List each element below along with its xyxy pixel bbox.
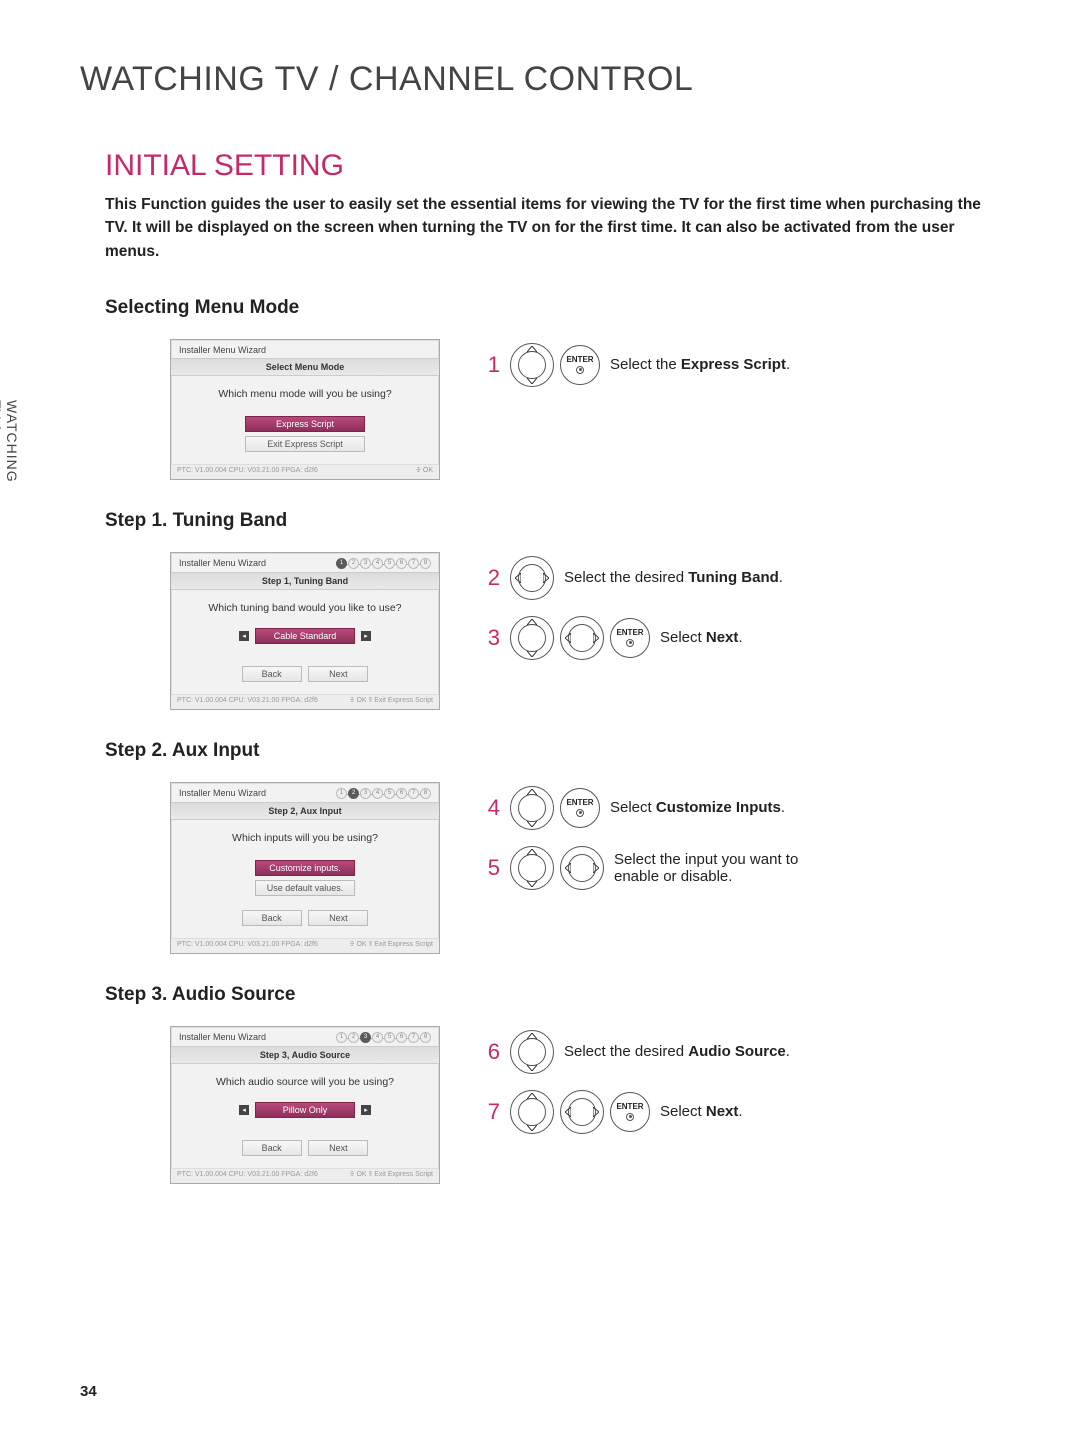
chevron-left-icon[interactable]: ◂ [239, 631, 249, 641]
wizard-back-button[interactable]: Back [242, 666, 302, 682]
instr-text-5: Select the input you want to enable or d… [614, 851, 834, 885]
side-tab-label: WATCHING TV / CHANNEL CONTROL [0, 400, 20, 483]
wizard-question: Which menu mode will you be using? [179, 388, 431, 400]
wizard-banner: Select Menu Mode [171, 358, 439, 376]
section-title: INITIAL SETTING [105, 149, 1000, 183]
wizard-step-crumbs: 12345678 [336, 788, 431, 799]
wizard-title: Installer Menu Wizard [179, 558, 266, 568]
wizard-footer-left: PTC: V1.00.004 CPU: V03.21.00 FPGA: d2f6 [177, 941, 318, 949]
wizard-next-button[interactable]: Next [308, 1140, 368, 1156]
enter-button-icon: ENTER [560, 788, 600, 828]
chevron-left-icon[interactable]: ◂ [239, 1105, 249, 1115]
subhead-selecting-menu-mode: Selecting Menu Mode [105, 297, 1000, 319]
wizard-audio-source: Installer Menu Wizard 12345678 Step 3, A… [170, 1026, 440, 1184]
step-number-4: 4 [480, 795, 500, 821]
instr-text-7: Select Next. [660, 1103, 743, 1120]
dpad-up-down-icon [510, 1090, 554, 1134]
dpad-up-down-icon [510, 343, 554, 387]
step-number-5: 5 [480, 855, 500, 881]
dpad-up-down-icon [510, 846, 554, 890]
dpad-left-right-icon [560, 846, 604, 890]
wizard-footer-left: PTC: V1.00.004 CPU: V03.21.00 FPGA: d2f6 [177, 697, 318, 705]
page-title: WATCHING TV / CHANNEL CONTROL [80, 60, 1000, 99]
step-number-2: 2 [480, 565, 500, 591]
wizard-express-script-button[interactable]: Express Script [245, 416, 365, 432]
step-number-1: 1 [480, 352, 500, 378]
subhead-aux-input: Step 2. Aux Input [105, 740, 1000, 762]
wizard-banner: Step 1, Tuning Band [171, 572, 439, 590]
subhead-tuning-band: Step 1. Tuning Band [105, 510, 1000, 532]
step-number-6: 6 [480, 1039, 500, 1065]
dpad-up-down-icon [510, 616, 554, 660]
wizard-exit-express-script-button[interactable]: Exit Express Script [245, 436, 365, 452]
dpad-up-down-icon [510, 786, 554, 830]
wizard-customize-inputs-button[interactable]: Customize inputs. [255, 860, 355, 876]
chevron-right-icon[interactable]: ▸ [361, 631, 371, 641]
wizard-default-values-button[interactable]: Use default values. [255, 880, 355, 896]
instr-text-6: Select the desired Audio Source. [564, 1043, 790, 1060]
instr-text-1: Select the Express Script. [610, 356, 790, 373]
subhead-audio-source: Step 3. Audio Source [105, 984, 1000, 1006]
wizard-question: Which tuning band would you like to use? [179, 602, 431, 614]
wizard-footer-right: ꔀ OK [416, 467, 433, 475]
wizard-footer-right: ꔀ OK ꕉ Exit Express Script [350, 1171, 433, 1179]
chevron-right-icon[interactable]: ▸ [361, 1105, 371, 1115]
enter-button-icon: ENTER [610, 1092, 650, 1132]
wizard-banner: Step 2, Aux Input [171, 802, 439, 820]
dpad-up-down-icon [510, 1030, 554, 1074]
wizard-tuning-band: Installer Menu Wizard 12345678 Step 1, T… [170, 552, 440, 710]
wizard-step-crumbs: 12345678 [336, 1032, 431, 1043]
wizard-next-button[interactable]: Next [308, 666, 368, 682]
wizard-banner: Step 3, Audio Source [171, 1046, 439, 1064]
instr-text-3: Select Next. [660, 629, 743, 646]
instr-text-4: Select Customize Inputs. [610, 799, 785, 816]
dpad-left-right-icon [510, 556, 554, 600]
dpad-left-right-icon [560, 1090, 604, 1134]
intro-text: This Function guides the user to easily … [105, 193, 995, 263]
instr-text-2: Select the desired Tuning Band. [564, 569, 783, 586]
wizard-audio-source-selector[interactable]: ◂ Pillow Only ▸ [239, 1102, 371, 1118]
wizard-aux-input: Installer Menu Wizard 12345678 Step 2, A… [170, 782, 440, 954]
wizard-tuning-band-selector[interactable]: ◂ Cable Standard ▸ [239, 628, 371, 644]
wizard-next-button[interactable]: Next [308, 910, 368, 926]
page-number: 34 [80, 1383, 97, 1400]
wizard-back-button[interactable]: Back [242, 910, 302, 926]
wizard-question: Which inputs will you be using? [179, 832, 431, 844]
wizard-title: Installer Menu Wizard [179, 1032, 266, 1042]
wizard-title: Installer Menu Wizard [179, 788, 266, 798]
step-number-3: 3 [480, 625, 500, 651]
wizard-title: Installer Menu Wizard [179, 345, 266, 355]
enter-button-icon: ENTER [560, 345, 600, 385]
wizard-step-crumbs: 12345678 [336, 558, 431, 569]
wizard-select-menu-mode: Installer Menu Wizard Select Menu Mode W… [170, 339, 440, 480]
wizard-footer-right: ꔀ OK ꕉ Exit Express Script [350, 941, 433, 949]
wizard-footer-left: PTC: V1.00.004 CPU: V03.21.00 FPGA: d2f6 [177, 467, 318, 475]
wizard-footer-right: ꔀ OK ꕉ Exit Express Script [350, 697, 433, 705]
step-number-7: 7 [480, 1099, 500, 1125]
wizard-footer-left: PTC: V1.00.004 CPU: V03.21.00 FPGA: d2f6 [177, 1171, 318, 1179]
dpad-left-right-icon [560, 616, 604, 660]
wizard-back-button[interactable]: Back [242, 1140, 302, 1156]
wizard-question: Which audio source will you be using? [179, 1076, 431, 1088]
enter-button-icon: ENTER [610, 618, 650, 658]
